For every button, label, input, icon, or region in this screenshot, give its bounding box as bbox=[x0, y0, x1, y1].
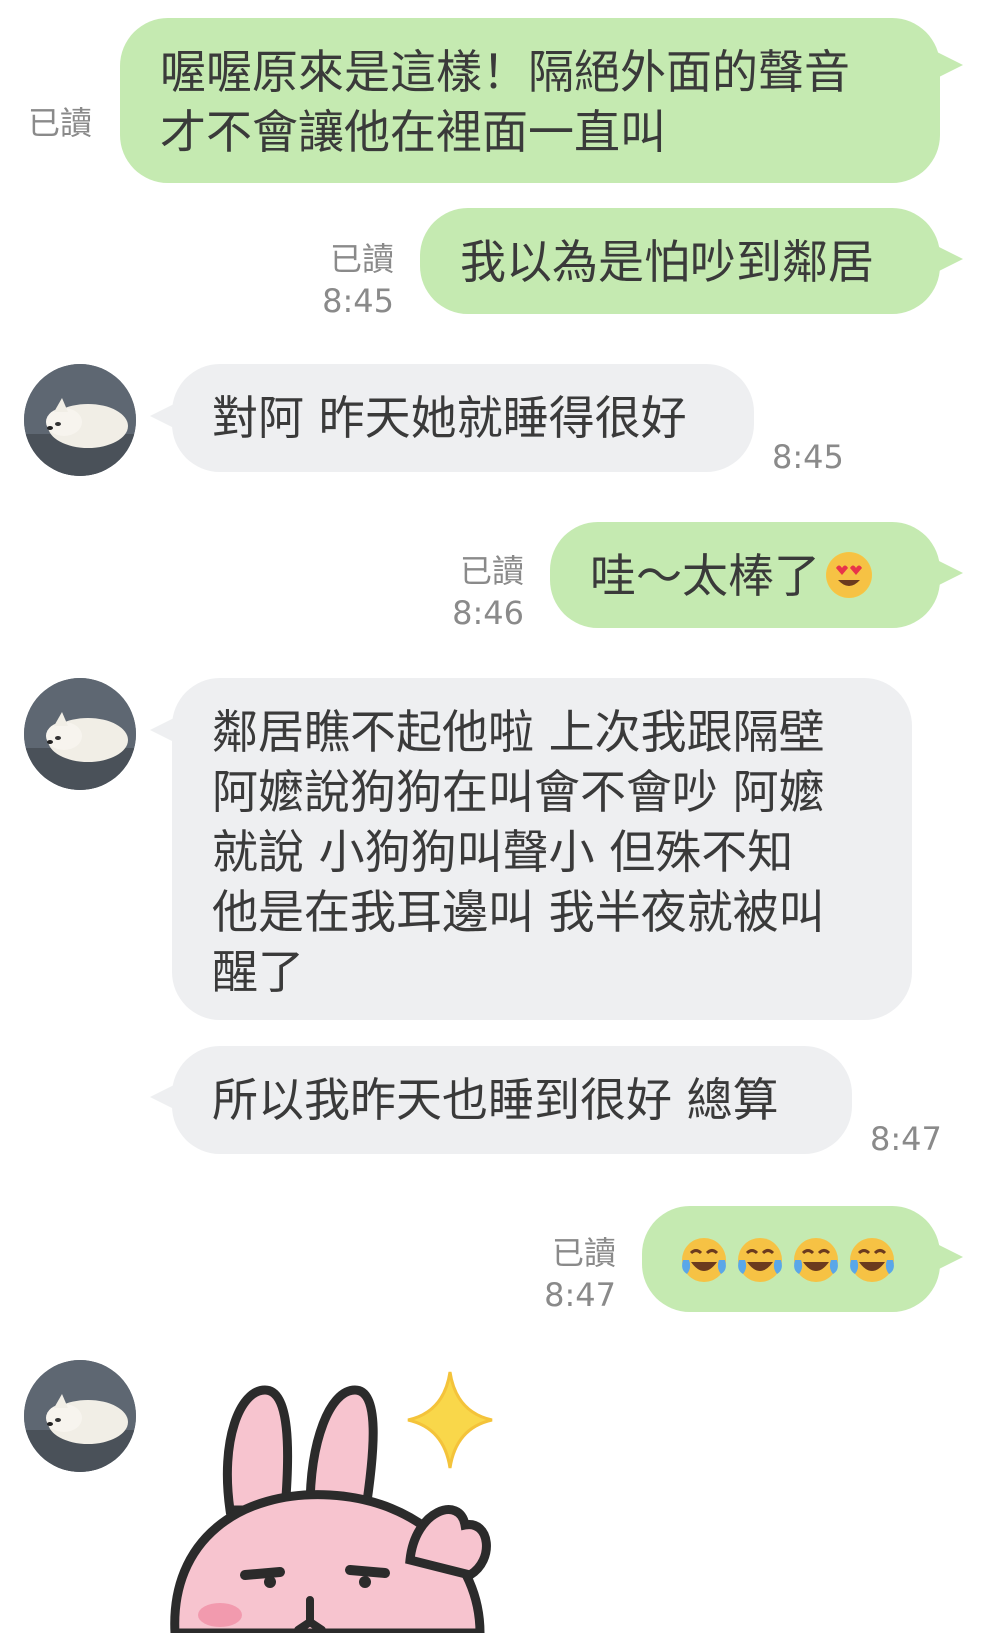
bubble-tail bbox=[937, 560, 963, 586]
message-bubble-outgoing[interactable] bbox=[642, 1206, 940, 1312]
message-bubble-outgoing[interactable]: 哇～太棒了 bbox=[550, 522, 940, 628]
read-receipt: 已讀 bbox=[20, 102, 92, 144]
message-time: 8:45 bbox=[322, 282, 394, 320]
message-text: 他是在我耳邊叫 我半夜就被叫 bbox=[212, 885, 825, 939]
bubble-tail bbox=[150, 717, 176, 743]
bubble-tail bbox=[150, 1084, 176, 1110]
bubble-tail bbox=[937, 1244, 963, 1270]
message-bubble-outgoing[interactable]: 喔喔原來是這樣！隔絕外面的聲音 才不會讓他在裡面一直叫 bbox=[120, 18, 940, 183]
message-text: 我以為是怕吵到鄰居 bbox=[460, 235, 874, 289]
pink-bunny-sticker-icon bbox=[170, 1371, 493, 1637]
tears-of-joy-emoji-icon bbox=[682, 1236, 896, 1284]
message-text: 醒了 bbox=[212, 945, 304, 999]
read-label: 已讀 bbox=[27, 104, 92, 142]
message-text: 鄰居瞧不起他啦 上次我跟隔壁 bbox=[212, 705, 825, 759]
dog-avatar-icon bbox=[24, 364, 136, 476]
read-receipt: 已讀 8:46 bbox=[430, 550, 524, 634]
dog-avatar-icon bbox=[24, 678, 136, 790]
bubble-tail bbox=[150, 403, 176, 429]
message-text: 對阿 昨天她就睡得很好 bbox=[212, 391, 687, 445]
message-text: 哇～太棒了 bbox=[590, 549, 820, 603]
contact-avatar[interactable] bbox=[24, 1360, 136, 1472]
read-label: 已讀 bbox=[459, 552, 524, 590]
read-receipt: 已讀 8:47 bbox=[522, 1232, 616, 1316]
read-label: 已讀 bbox=[329, 240, 394, 278]
message-time: 8:45 bbox=[772, 438, 844, 476]
message-text: 才不會讓他在裡面一直叫 bbox=[160, 105, 666, 159]
message-text: 阿嬤說狗狗在叫會不會吵 阿嬤 bbox=[212, 765, 825, 819]
message-bubble-incoming[interactable]: 鄰居瞧不起他啦 上次我跟隔壁 阿嬤說狗狗在叫會不會吵 阿嬤 就說 小狗狗叫聲小 … bbox=[172, 678, 912, 1020]
pink-bunny-sticker[interactable] bbox=[160, 1360, 520, 1637]
read-receipt: 已讀 8:45 bbox=[300, 238, 394, 322]
dog-avatar-icon bbox=[24, 1360, 136, 1472]
read-label: 已讀 bbox=[551, 1234, 616, 1272]
message-bubble-incoming[interactable]: 對阿 昨天她就睡得很好 bbox=[172, 364, 754, 472]
message-time: 8:47 bbox=[870, 1120, 942, 1158]
message-time: 8:47 bbox=[544, 1276, 616, 1314]
message-text: 喔喔原來是這樣！隔絕外面的聲音 bbox=[160, 45, 850, 99]
message-text: 就說 小狗狗叫聲小 但殊不知 bbox=[212, 825, 794, 879]
message-bubble-outgoing[interactable]: 我以為是怕吵到鄰居 bbox=[420, 208, 940, 314]
sparkle-icon bbox=[407, 1371, 493, 1469]
heart-eyes-emoji-icon bbox=[826, 552, 872, 598]
bubble-tail bbox=[937, 52, 963, 78]
contact-avatar[interactable] bbox=[24, 678, 136, 790]
message-text: 所以我昨天也睡到很好 總算 bbox=[212, 1073, 779, 1127]
message-time: 8:46 bbox=[452, 594, 524, 632]
contact-avatar[interactable] bbox=[24, 364, 136, 476]
bubble-tail bbox=[937, 246, 963, 272]
message-bubble-incoming[interactable]: 所以我昨天也睡到很好 總算 bbox=[172, 1046, 852, 1154]
